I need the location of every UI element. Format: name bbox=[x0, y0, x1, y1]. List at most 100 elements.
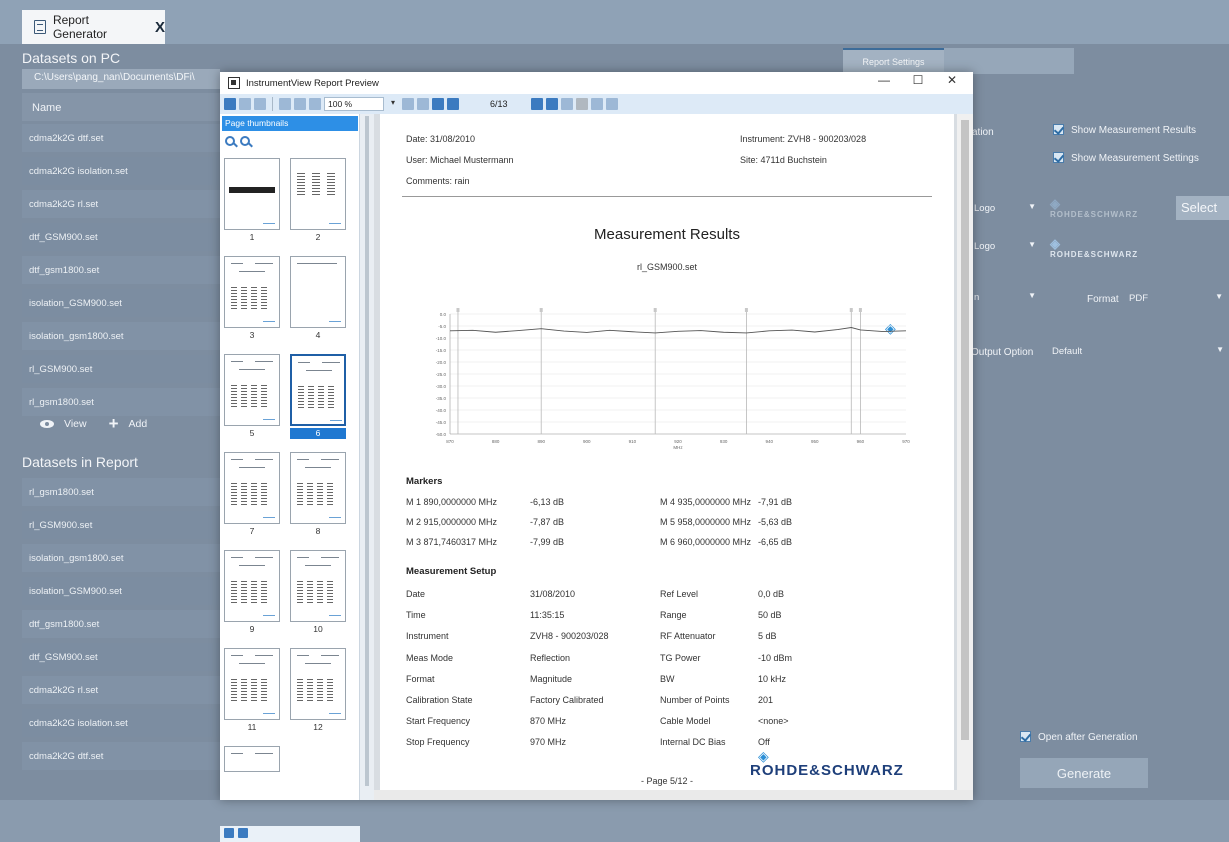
report-generator-tab[interactable]: Report Generator X bbox=[22, 10, 165, 44]
dataset-list-item[interactable]: isolation_GSM900.set bbox=[22, 577, 220, 605]
open-after-checkbox[interactable] bbox=[1020, 731, 1031, 742]
thumb-column bbox=[307, 581, 313, 603]
thumbnail-scrollbar[interactable] bbox=[365, 116, 369, 786]
find-icon[interactable] bbox=[279, 98, 291, 110]
printer-setup-icon[interactable] bbox=[254, 98, 266, 110]
dataset-list-item[interactable]: isolation_gsm1800.set bbox=[22, 322, 220, 350]
thumb-column bbox=[297, 483, 303, 505]
page-thumbnail[interactable] bbox=[290, 648, 346, 720]
outline-view-icon[interactable] bbox=[238, 828, 248, 838]
page-thumbnail[interactable] bbox=[290, 354, 346, 426]
rs-logo-text-2: ROHDE&SCHWARZ bbox=[1050, 250, 1139, 259]
rs-logo-faded: ◈ ROHDE&SCHWARZ bbox=[1050, 196, 1138, 219]
dataset-list-item[interactable]: dtf_GSM900.set bbox=[22, 223, 220, 251]
fit-width-icon[interactable] bbox=[402, 98, 414, 110]
page-thumbnail[interactable] bbox=[224, 550, 280, 622]
dataset-list-item[interactable]: isolation_gsm1800.set bbox=[22, 544, 220, 572]
thumb-line bbox=[239, 467, 265, 468]
vertical-scrollbar[interactable] bbox=[957, 114, 973, 800]
maximize-button[interactable]: ☐ bbox=[903, 73, 933, 93]
report-user: User: Michael Mustermann bbox=[406, 155, 514, 165]
thumbnail-view-icon[interactable] bbox=[224, 828, 234, 838]
dataset-list-item[interactable]: cdma2k2G isolation.set bbox=[22, 157, 220, 185]
dataset-list-item[interactable]: cdma2k2G rl.set bbox=[22, 190, 220, 218]
scroll-thumb[interactable] bbox=[961, 120, 969, 740]
datasets-in-report-heading: Datasets in Report bbox=[22, 454, 138, 470]
page-thumbnail[interactable] bbox=[290, 452, 346, 524]
rs-logo: ◈ ROHDE&SCHWARZ bbox=[1050, 236, 1138, 259]
pane-splitter[interactable] bbox=[360, 114, 374, 800]
marker-cell: M 2 915,0000000 MHz bbox=[406, 517, 498, 527]
page-thumbnail[interactable] bbox=[224, 452, 280, 524]
background-color-icon[interactable] bbox=[575, 98, 588, 110]
print-icon[interactable] bbox=[239, 98, 251, 110]
page-thumbnail[interactable] bbox=[290, 158, 346, 230]
page-thumbnail[interactable] bbox=[224, 354, 280, 426]
select-button[interactable]: Select bbox=[1176, 196, 1229, 220]
thumb-column bbox=[251, 385, 257, 407]
format-select[interactable]: PDF ▼ bbox=[1125, 288, 1225, 310]
last-page-icon[interactable] bbox=[545, 98, 558, 110]
thumb-line bbox=[239, 565, 265, 566]
select-3[interactable]: n ▼ bbox=[970, 287, 1038, 309]
show-results-checkbox[interactable] bbox=[1053, 124, 1064, 135]
dataset-list-item[interactable]: cdma2k2G dtf.set bbox=[22, 742, 220, 770]
page-thumbnail[interactable] bbox=[224, 256, 280, 328]
zoom-out-icon[interactable] bbox=[240, 136, 250, 146]
multi-page-icon[interactable] bbox=[560, 98, 573, 110]
view-button[interactable]: View bbox=[64, 418, 87, 430]
add-button[interactable]: Add bbox=[129, 418, 148, 430]
report-date: Date: 31/08/2010 bbox=[406, 134, 476, 144]
thumbnail-page-number: 10 bbox=[313, 624, 323, 634]
zoom-out-icon[interactable] bbox=[309, 98, 321, 110]
dataset-list-item[interactable]: rl_gsm1800.set bbox=[22, 478, 220, 506]
page-thumbnail[interactable] bbox=[224, 648, 280, 720]
dataset-list-item[interactable]: isolation_GSM900.set bbox=[22, 289, 220, 317]
dataset-list-item[interactable]: cdma2k2G dtf.set bbox=[22, 124, 220, 152]
page-thumbnail[interactable] bbox=[224, 746, 280, 772]
output-option-select[interactable]: Default ▼ bbox=[1048, 341, 1226, 363]
show-settings-checkbox[interactable] bbox=[1053, 152, 1064, 163]
page-thumbnail[interactable] bbox=[290, 256, 346, 328]
zoom-select[interactable]: 100 % bbox=[324, 97, 395, 111]
close-tab-icon[interactable]: X bbox=[155, 19, 165, 36]
eye-icon[interactable] bbox=[40, 420, 54, 428]
open-icon[interactable] bbox=[224, 98, 236, 110]
zoom-in-icon[interactable] bbox=[294, 98, 306, 110]
dataset-list-item[interactable]: rl_GSM900.set bbox=[22, 511, 220, 539]
thumbnail-page-number: 8 bbox=[315, 526, 321, 536]
logo-select-1[interactable]: Logo ▼ bbox=[970, 198, 1038, 220]
dataset-list-item[interactable]: dtf_gsm1800.set bbox=[22, 610, 220, 638]
fit-page-icon[interactable] bbox=[417, 98, 429, 110]
previous-page-icon[interactable] bbox=[447, 98, 459, 110]
name-column-header[interactable]: Name bbox=[22, 93, 220, 121]
measurement-file-subtitle: rl_GSM900.set bbox=[636, 262, 698, 272]
page-counter[interactable]: 6/13 bbox=[490, 99, 508, 109]
close-button[interactable]: ✕ bbox=[937, 73, 967, 93]
path-field[interactable]: C:\Users\pang_nan\Documents\DFi\ bbox=[22, 69, 220, 89]
dataset-list-item[interactable]: rl_GSM900.set bbox=[22, 355, 220, 383]
dataset-list-item[interactable]: dtf_GSM900.set bbox=[22, 643, 220, 671]
y-tick-label: -20.0 bbox=[436, 360, 447, 365]
dataset-list-item[interactable]: dtf_gsm1800.set bbox=[22, 256, 220, 284]
dataset-list-item[interactable]: cdma2k2G isolation.set bbox=[22, 709, 220, 737]
page-thumbnail[interactable] bbox=[290, 550, 346, 622]
minimize-button[interactable]: — bbox=[869, 73, 899, 93]
tab-report-settings[interactable]: Report Settings bbox=[843, 48, 944, 74]
generate-button[interactable]: Generate bbox=[1020, 758, 1148, 788]
setup-cell: Ref Level bbox=[660, 589, 699, 599]
markers-heading: Markers bbox=[406, 476, 443, 487]
plus-icon[interactable]: + bbox=[109, 414, 119, 434]
tab-blank[interactable] bbox=[944, 48, 1074, 74]
next-page-icon[interactable] bbox=[530, 98, 543, 110]
dataset-list-item[interactable]: cdma2k2G rl.set bbox=[22, 676, 220, 704]
zoom-in-icon[interactable] bbox=[225, 136, 235, 146]
logo-select-2[interactable]: Logo ▼ bbox=[970, 236, 1038, 258]
first-page-icon[interactable] bbox=[432, 98, 444, 110]
export-icon[interactable] bbox=[590, 98, 603, 110]
setup-cell: Meas Mode bbox=[406, 652, 454, 663]
thumb-column bbox=[231, 679, 237, 701]
settings-icon[interactable] bbox=[605, 98, 618, 110]
page-thumbnail[interactable] bbox=[224, 158, 280, 230]
horizontal-scrollbar[interactable] bbox=[374, 790, 973, 800]
